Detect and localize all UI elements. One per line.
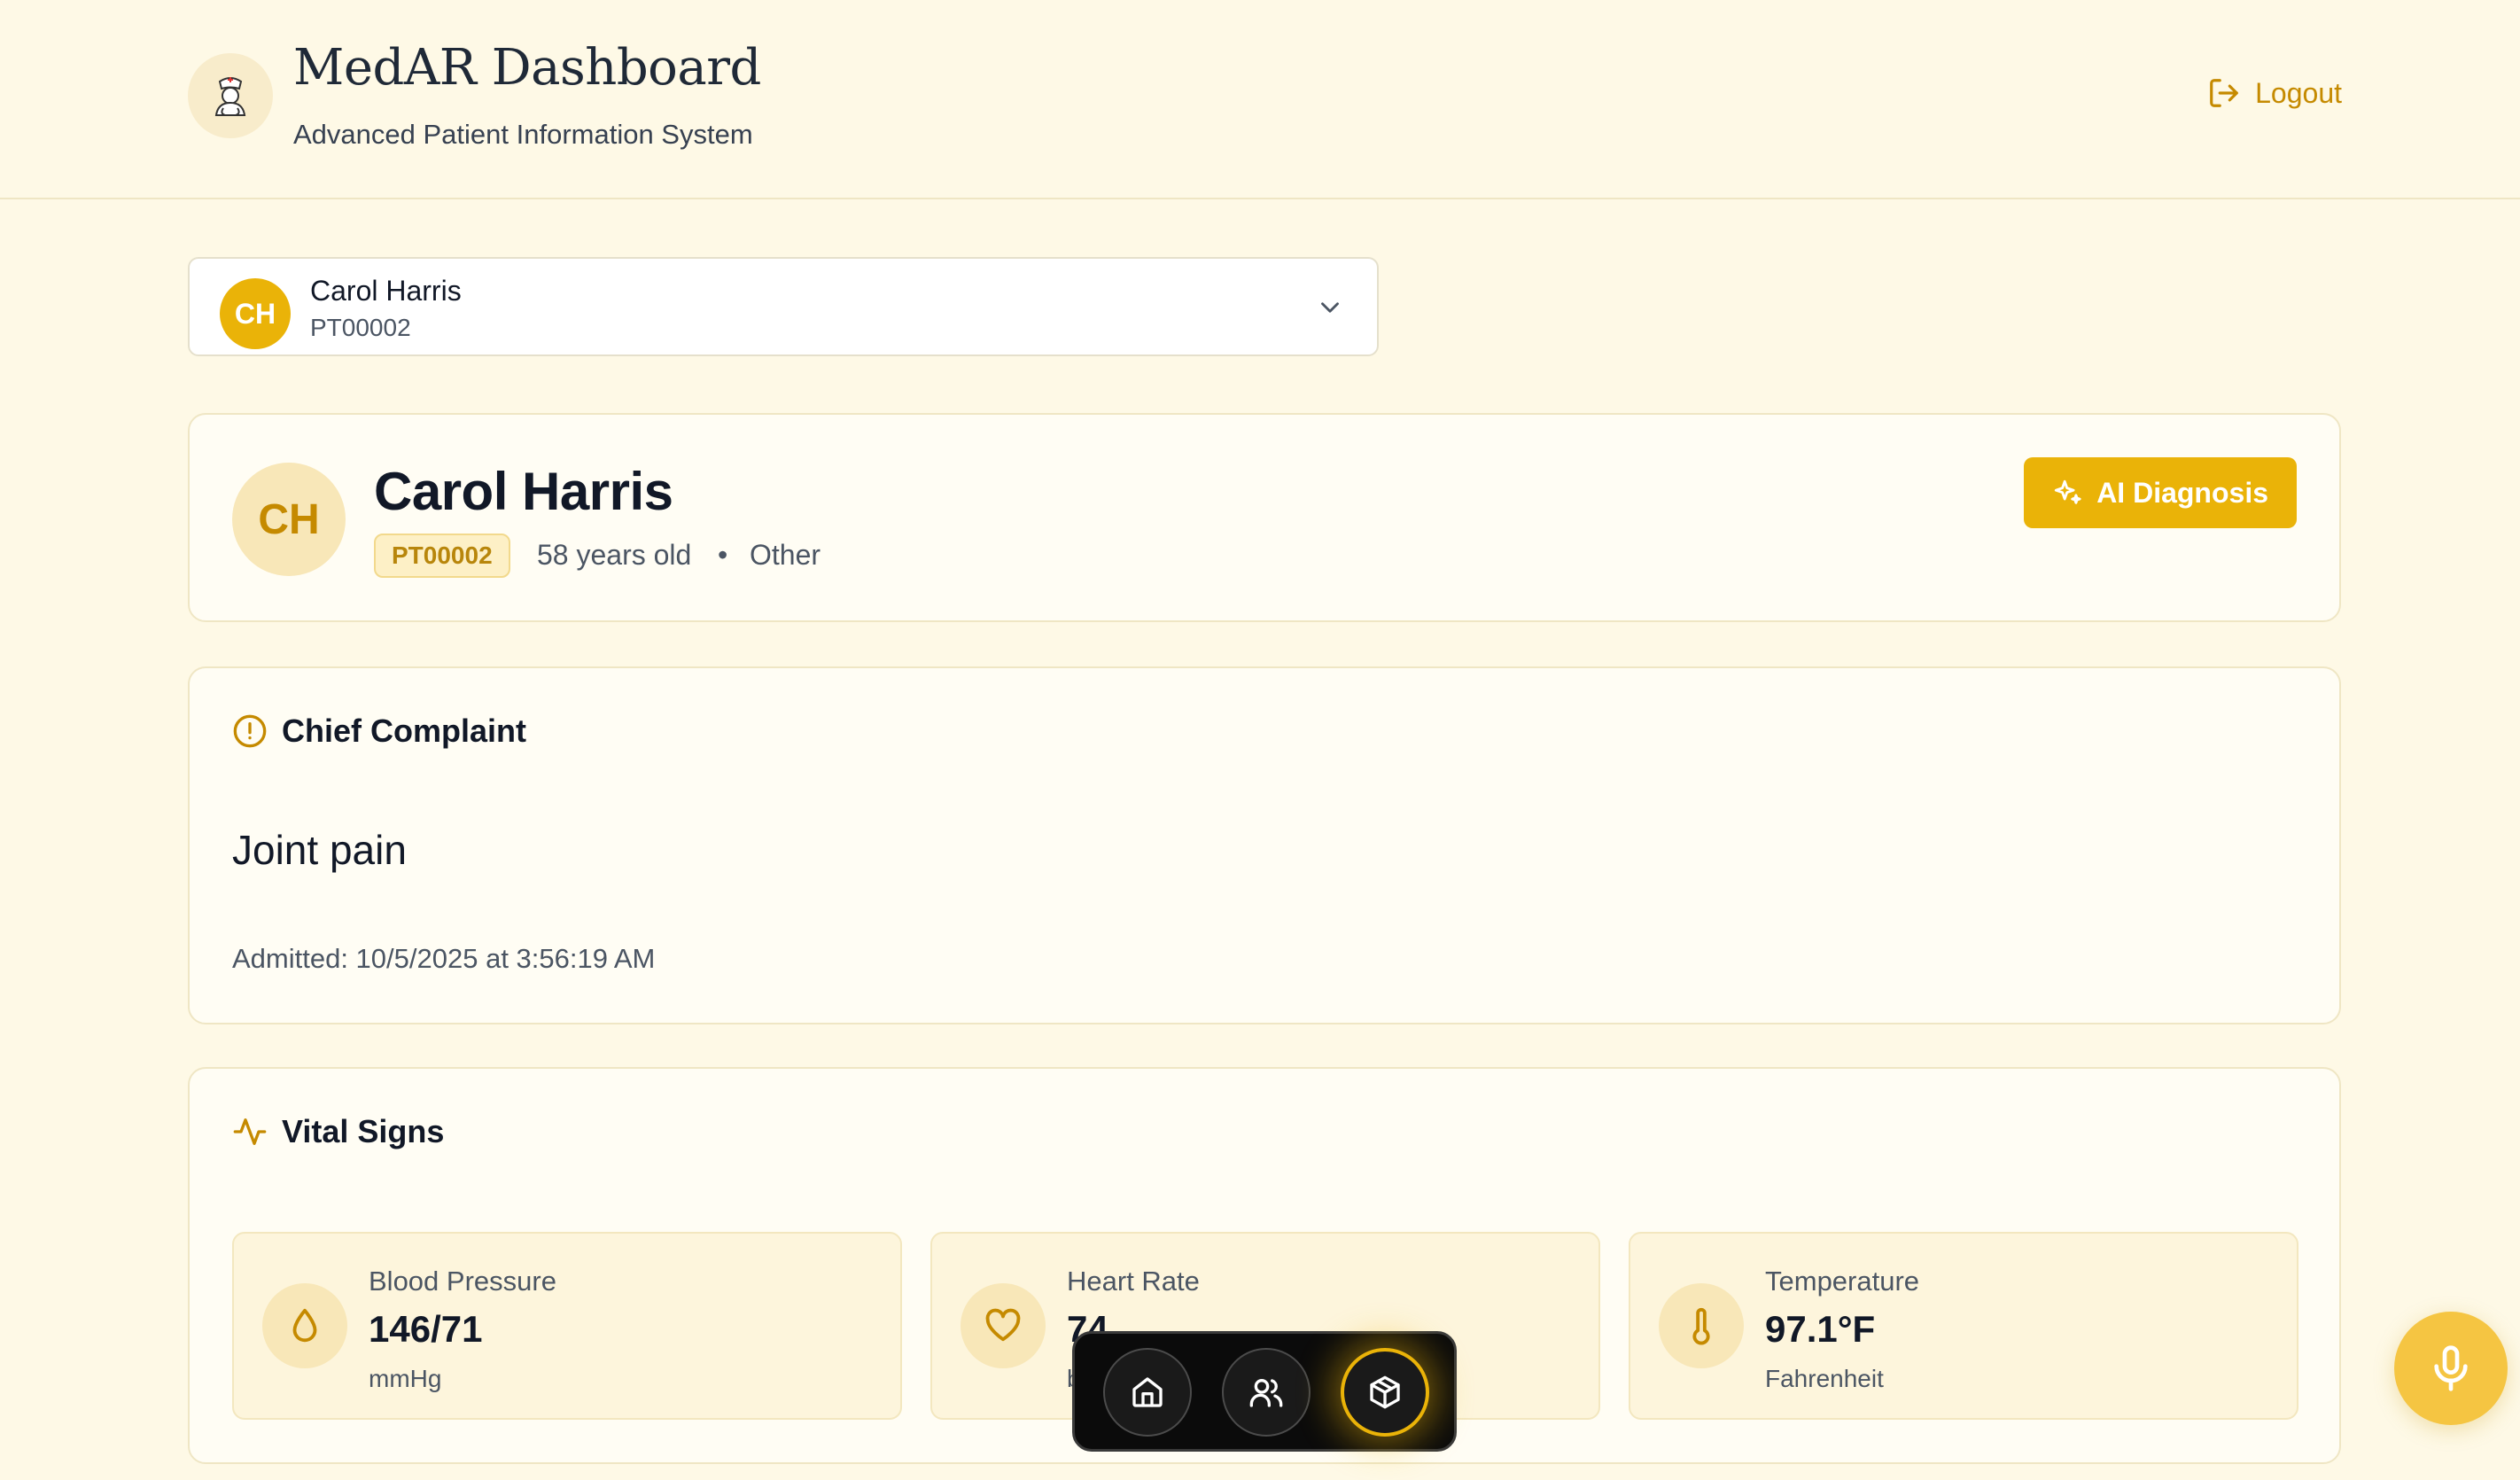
app-title: MedAR Dashboard xyxy=(293,39,761,97)
users-icon xyxy=(1249,1379,1283,1407)
heart-icon xyxy=(961,1283,1046,1368)
sparkles-icon xyxy=(2055,479,2081,504)
ai-diagnosis-button[interactable]: AI Diagnosis xyxy=(2024,457,2297,528)
patient-selector[interactable]: CH Carol Harris PT00002 xyxy=(188,257,1379,356)
nav-home-button[interactable] xyxy=(1103,1348,1192,1437)
vital-value: 97.1°F xyxy=(1765,1308,1876,1350)
patient-name: Carol Harris xyxy=(374,462,673,521)
chief-complaint-text: Joint pain xyxy=(232,827,407,873)
vital-signs-header: Vital Signs xyxy=(232,1113,444,1150)
patient-id-badge: PT00002 xyxy=(374,534,510,578)
home-icon xyxy=(1132,1377,1163,1407)
logout-button[interactable]: Logout xyxy=(2207,76,2342,110)
logo xyxy=(188,53,273,138)
microphone-icon xyxy=(2434,1345,2468,1391)
selector-avatar: CH xyxy=(220,278,291,349)
vital-signs-title: Vital Signs xyxy=(282,1113,445,1149)
vital-unit: Fahrenheit xyxy=(1765,1365,1884,1392)
droplet-icon xyxy=(262,1283,347,1368)
activity-icon xyxy=(233,1118,267,1145)
chief-complaint-card: Chief Complaint Joint pain Admitted: 10/… xyxy=(188,666,2341,1024)
vital-temperature: Temperature 97.1°F Fahrenheit xyxy=(1629,1232,2298,1420)
vital-label: Temperature xyxy=(1765,1266,1920,1297)
logout-label: Logout xyxy=(2255,76,2342,109)
vital-unit: mmHg xyxy=(369,1365,442,1392)
patient-age: 58 years old xyxy=(537,539,692,571)
box-icon xyxy=(1370,1375,1400,1409)
bottom-nav-dock xyxy=(1072,1331,1457,1452)
chief-complaint-header: Chief Complaint xyxy=(232,713,526,750)
ai-diagnosis-label: AI Diagnosis xyxy=(2096,476,2268,509)
alert-circle-icon xyxy=(233,714,267,748)
thermometer-icon xyxy=(1659,1283,1744,1368)
chevron-down-icon[interactable] xyxy=(1315,292,1345,327)
vital-label: Heart Rate xyxy=(1067,1266,1200,1297)
selector-patient-name: Carol Harris xyxy=(310,275,462,307)
vital-value: 146/71 xyxy=(369,1308,483,1350)
header: MedAR Dashboard Advanced Patient Informa… xyxy=(0,0,2520,199)
logout-icon xyxy=(2210,79,2238,107)
separator-dot: • xyxy=(718,539,728,571)
nav-patients-button[interactable] xyxy=(1222,1348,1311,1437)
page: MedAR Dashboard Advanced Patient Informa… xyxy=(0,0,2520,1480)
selector-patient-id: PT00002 xyxy=(310,314,411,341)
nurse-logo-icon xyxy=(214,77,246,116)
nav-ar-model-button[interactable] xyxy=(1341,1348,1429,1437)
vital-label: Blood Pressure xyxy=(369,1266,556,1297)
patient-gender: Other xyxy=(750,539,821,571)
microphone-button[interactable] xyxy=(2394,1312,2508,1425)
vital-blood-pressure: Blood Pressure 146/71 mmHg xyxy=(232,1232,902,1420)
patient-avatar: CH xyxy=(232,463,346,576)
app-subtitle: Advanced Patient Information System xyxy=(293,119,753,150)
patient-card: CH Carol Harris PT00002 58 years old • O… xyxy=(188,413,2341,622)
admitted-timestamp: Admitted: 10/5/2025 at 3:56:19 AM xyxy=(232,943,656,974)
chief-complaint-title: Chief Complaint xyxy=(282,713,526,749)
